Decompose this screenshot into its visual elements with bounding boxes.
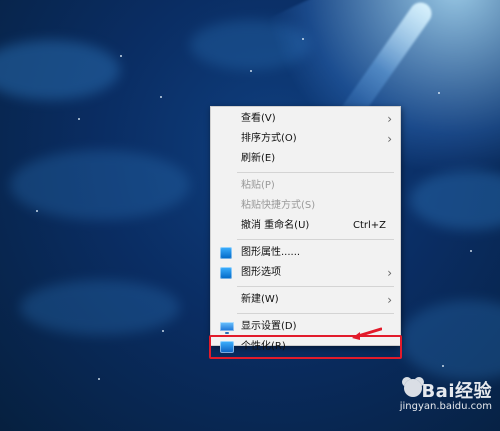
red-pointer-arrow <box>342 323 382 343</box>
star <box>120 55 122 57</box>
menu-item-graphics-options[interactable]: 图形选项 › <box>211 263 400 283</box>
background-cloud <box>400 300 500 380</box>
submenu-arrow-icon: › <box>387 112 392 126</box>
menu-item-paste-shortcut[interactable]: 粘贴快捷方式(S) <box>211 196 400 216</box>
menu-item-label: 显示设置(D) <box>241 321 297 332</box>
star <box>160 96 162 98</box>
star <box>98 378 100 380</box>
menu-item-graphics-properties[interactable]: 图形属性...... <box>211 243 400 263</box>
background-cloud <box>0 40 120 100</box>
star <box>162 330 164 332</box>
menu-separator <box>237 313 394 314</box>
menu-item-paste[interactable]: 粘贴(P) <box>211 176 400 196</box>
menu-item-label: 图形选项 <box>241 267 281 278</box>
star <box>470 250 472 252</box>
menu-separator <box>237 286 394 287</box>
star <box>442 365 444 367</box>
desktop-context-menu: 查看(V) › 排序方式(O) › 刷新(E) 粘贴(P) 粘贴快捷方式(S) … <box>209 106 402 359</box>
graphics-icon <box>220 247 232 259</box>
menu-item-label: 图形属性...... <box>241 247 301 258</box>
baidu-watermark: Bai经验 jingyan.baidu.com <box>352 377 492 425</box>
personalize-icon <box>220 341 234 353</box>
menu-item-undo-rename[interactable]: 撤消 重命名(U) Ctrl+Z <box>211 216 400 236</box>
baidu-paw-icon <box>404 379 422 397</box>
display-settings-icon <box>220 322 234 334</box>
submenu-arrow-icon: › <box>387 293 392 307</box>
menu-item-label: 排序方式(O) <box>241 133 297 144</box>
menu-item-label: 新建(W) <box>241 294 279 305</box>
watermark-brand-left: Bai <box>421 381 455 402</box>
keyboard-shortcut: Ctrl+Z <box>352 220 386 231</box>
menu-item-new[interactable]: 新建(W) › <box>211 290 400 310</box>
menu-item-label: 粘贴(P) <box>241 180 275 191</box>
menu-item-sort-by[interactable]: 排序方式(O) › <box>211 129 400 149</box>
watermark-brand-right: 经验 <box>455 381 492 402</box>
submenu-arrow-icon: › <box>387 132 392 146</box>
menu-item-label: 个性化(R) <box>241 341 286 352</box>
watermark-brand: Bai经验 <box>421 377 492 403</box>
background-cloud <box>20 280 180 335</box>
star <box>36 210 38 212</box>
menu-item-view[interactable]: 查看(V) › <box>211 109 400 129</box>
menu-item-label: 刷新(E) <box>241 153 276 164</box>
submenu-arrow-icon: › <box>387 266 392 280</box>
star <box>250 70 252 72</box>
menu-separator <box>237 239 394 240</box>
star <box>438 92 440 94</box>
menu-item-label: 查看(V) <box>241 113 276 124</box>
menu-item-label: 撤消 重命名(U) <box>241 220 310 231</box>
watermark-url: jingyan.baidu.com <box>399 401 492 412</box>
star <box>302 38 304 40</box>
graphics-icon <box>220 267 232 279</box>
menu-separator <box>237 172 394 173</box>
menu-item-refresh[interactable]: 刷新(E) <box>211 149 400 169</box>
star <box>78 118 80 120</box>
menu-item-label: 粘贴快捷方式(S) <box>241 200 316 211</box>
